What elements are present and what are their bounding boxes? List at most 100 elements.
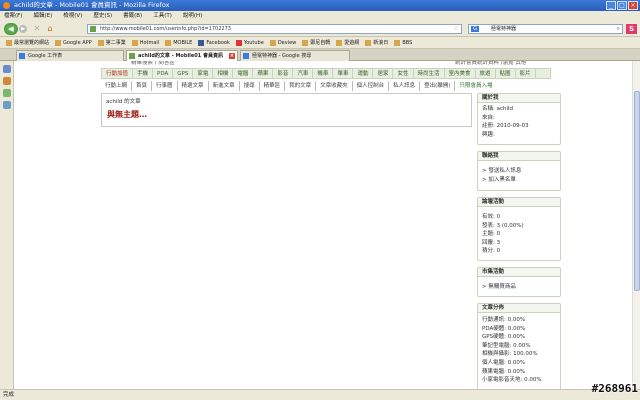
bookmark-star-icon[interactable]: ☆ [454, 25, 459, 33]
category-link[interactable]: 行動加值 [102, 69, 134, 78]
category-link[interactable]: 影片 [516, 69, 536, 78]
category-link[interactable]: 居家 [373, 69, 394, 78]
close-window-button[interactable]: × [628, 1, 638, 10]
category-link[interactable]: GPS [173, 69, 194, 78]
menu-help[interactable]: 說明(H) [183, 11, 202, 21]
minimize-button[interactable]: _ [606, 1, 616, 10]
bookmark-item[interactable]: 鄭尼自轉 [302, 37, 330, 48]
back-arrow-icon[interactable]: ◀ [4, 23, 18, 35]
vertical-scrollbar[interactable] [632, 61, 640, 389]
category-link[interactable]: 運動 [353, 69, 374, 78]
truncated-header-left[interactable]: 精華搜索 / 問答區 [131, 61, 175, 67]
subnav-link[interactable]: 文章收藏夾 [316, 81, 353, 91]
subnav-link[interactable]: 行事曆 [152, 81, 178, 91]
bookmark-item[interactable]: Deview [269, 37, 296, 48]
menu-file[interactable]: 檔案(F) [4, 11, 22, 21]
subnav-link[interactable]: 私人訊息 [389, 81, 421, 91]
close-tab-icon[interactable]: × [229, 53, 235, 59]
sidebar-tool-icon[interactable] [3, 101, 11, 109]
subnav-link[interactable]: 行動上網 [101, 81, 133, 91]
category-link[interactable]: 機車 [313, 69, 334, 78]
menu-tools[interactable]: 工具(T) [153, 11, 172, 21]
profile-line: 註冊: 2010-09-03 [482, 123, 529, 130]
bookmark-item[interactable]: Google APP [55, 37, 92, 48]
url-text: http://www.mobile01.com/userinfo.php?id=… [100, 26, 231, 32]
distribution-line: GPS硬體: 0.00% [482, 334, 526, 341]
subnav-link[interactable]: 新進文章 [209, 81, 240, 91]
subnav-link[interactable]: 個人控制台 [353, 81, 390, 91]
activity-panel: 論壇活動 有效: 0 發表: 3 (0.00%) 主題: 0 回覆: 3 積分:… [477, 197, 561, 261]
send-message-link[interactable]: > 發送私人訊息 [482, 167, 556, 176]
forward-arrow-icon[interactable]: ▶ [19, 25, 27, 33]
youtube-icon [235, 39, 242, 46]
scrollbar-thumb[interactable] [634, 91, 640, 291]
search-icon[interactable]: ⌕ [617, 25, 620, 33]
bookmark-item[interactable]: MOBILE [165, 37, 192, 48]
sidebar-tool-icon[interactable] [3, 65, 11, 73]
category-link[interactable]: 貼圖 [496, 69, 516, 78]
subnav-link[interactable]: 精選文章 [178, 81, 209, 91]
google-icon [243, 53, 249, 59]
category-link[interactable]: 旅遊 [476, 69, 496, 78]
subnav-link[interactable]: 首頁 [132, 81, 153, 91]
page-icon [165, 39, 172, 46]
bookmark-item[interactable]: BBS [394, 37, 412, 48]
distribution-line: 行動通訊: 0.00% [482, 317, 526, 323]
bookmark-item[interactable]: 第二事業 [97, 37, 126, 48]
search-input[interactable]: G 極電特神器 ⌕ [468, 24, 623, 34]
subnav-link[interactable]: 只限會員入場 [455, 81, 496, 91]
google-engine-icon[interactable]: G [471, 26, 479, 32]
status-text: 完成 [3, 392, 15, 398]
menu-edit[interactable]: 編輯(E) [33, 11, 52, 21]
tab-mobile01[interactable]: achild的文章 - Mobile01 會員資訊 × [126, 50, 238, 61]
menu-bookmarks[interactable]: 書籤(B) [123, 11, 142, 21]
truncated-header-right[interactable]: 統計會員統計資料 /瀏覽 其他 [455, 61, 526, 67]
tab-google-sheets[interactable]: Google 工作表 [16, 50, 124, 61]
menu-history[interactable]: 歷史(S) [93, 11, 112, 21]
sidebar-tool-icon[interactable] [3, 89, 11, 97]
market-link[interactable]: > 無購買商品 [482, 283, 556, 292]
activity-line: 回覆: 3 [482, 239, 501, 246]
category-link[interactable]: 汽車 [293, 69, 314, 78]
stop-icon[interactable]: ✕ [32, 24, 42, 34]
add-blacklist-link[interactable]: > 加入黑名單 [482, 176, 556, 185]
page-content: 精華搜索 / 問答區 統計會員統計資料 /瀏覽 其他 行動加值 手機 PDA G… [15, 61, 632, 389]
category-link[interactable]: 室內美食 [445, 69, 476, 78]
sidebar-tool-icon[interactable] [3, 77, 11, 85]
browser-sidebar [0, 61, 14, 389]
distribution-line: 個人電腦: 0.00% [482, 359, 526, 366]
bookmark-item[interactable]: 新浪日 [365, 37, 388, 48]
subnav-link[interactable]: 我的文章 [285, 81, 317, 91]
panel-title: 市集活動 [478, 268, 560, 277]
extension-s-icon[interactable]: S [626, 24, 637, 34]
category-nav: 行動加值 手機 PDA GPS 家電 相機 電腦 蘋果 影音 汽車 機車 單車 … [101, 68, 551, 79]
menu-view[interactable]: 檢視(V) [63, 11, 82, 21]
window-title: achild的文章 - Mobile01 會員資訊 - Mozilla Fire… [14, 1, 170, 9]
maximize-button[interactable]: □ [617, 1, 627, 10]
subnav-link[interactable]: 登出(離開) [420, 81, 456, 91]
url-bar[interactable]: http://www.mobile01.com/userinfo.php?id=… [87, 24, 462, 34]
category-link[interactable]: 電腦 [233, 69, 254, 78]
category-link[interactable]: 時尚生活 [414, 69, 445, 78]
category-link[interactable]: 相機 [213, 69, 234, 78]
home-icon[interactable]: ⌂ [45, 24, 55, 34]
category-link[interactable]: PDA [153, 69, 174, 78]
category-link[interactable]: 女性 [393, 69, 414, 78]
category-link[interactable]: 手機 [133, 69, 154, 78]
category-link[interactable]: 單車 [333, 69, 354, 78]
bookmark-item[interactable]: Hotmail [131, 37, 159, 48]
bookmark-item[interactable]: 愛遊網 [336, 37, 359, 48]
bookmark-item[interactable]: Youtube [235, 37, 264, 48]
tab-google-search[interactable]: 極電特神器 - Google 搜尋 [240, 50, 350, 61]
bookmark-item[interactable]: Facebook [198, 37, 230, 48]
subnav-link[interactable]: 搜尋 [240, 81, 260, 91]
subnav-link[interactable]: 精華區 [260, 81, 286, 91]
bookmark-item[interactable]: 最常瀏覽的網站 [6, 37, 49, 48]
distribution-line: 蘋果電腦: 0.00% [482, 368, 526, 375]
activity-line: 發表: 3 (0.00%) [482, 222, 524, 229]
category-link[interactable]: 影音 [273, 69, 294, 78]
activity-line: 主題: 0 [482, 231, 501, 238]
category-link[interactable]: 蘋果 [253, 69, 274, 78]
category-link[interactable]: 家電 [193, 69, 214, 78]
article-headline[interactable]: 與無主題… [107, 109, 147, 120]
